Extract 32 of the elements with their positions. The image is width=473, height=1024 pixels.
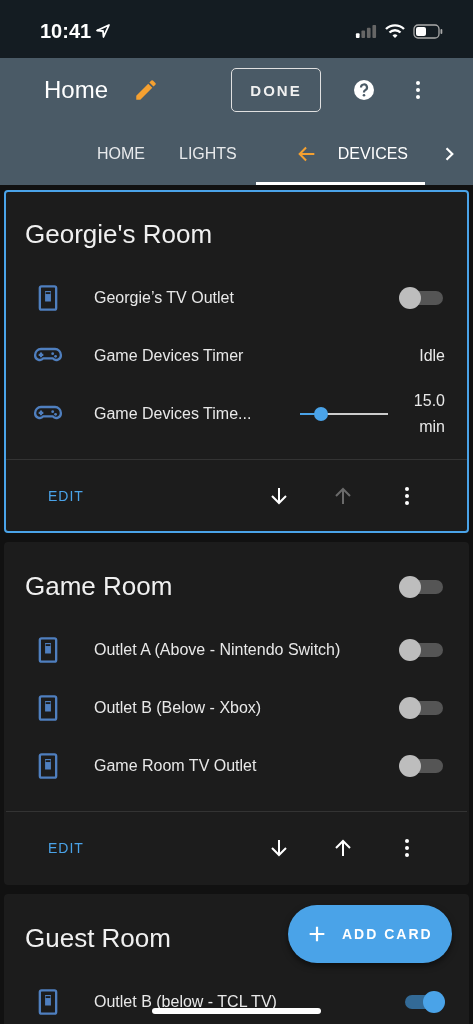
slider-thumb[interactable] [313, 407, 328, 421]
entity-state: Idle [419, 347, 445, 365]
wifi-icon [385, 23, 405, 39]
slider-unit: min [419, 417, 445, 437]
tab[interactable]: DEVICES [255, 122, 426, 185]
signal-icon [355, 24, 377, 38]
toggle-switch[interactable] [399, 754, 445, 778]
edit-button[interactable]: EDIT [28, 831, 104, 864]
toggle-switch[interactable] [399, 638, 445, 662]
battery-icon [413, 23, 443, 39]
entity-name[interactable]: Game Room TV Outlet [94, 757, 399, 775]
clock-time: 10:41 [40, 19, 92, 43]
entity-name[interactable]: Outlet B (below - TCL TV) [94, 993, 399, 1011]
tab[interactable]: HOME [80, 122, 162, 185]
toggle-switch[interactable] [399, 696, 445, 720]
toggle-switch[interactable] [399, 574, 445, 599]
card-title: Game Room [25, 571, 173, 602]
help-icon[interactable] [352, 78, 376, 102]
location-arrow-icon [95, 23, 112, 39]
dashboard-title: Home [44, 76, 109, 104]
entity-name[interactable]: Game Devices Time... [94, 405, 300, 423]
card-title: Guest Room [25, 923, 171, 954]
slider-value: 15.0 [413, 391, 445, 411]
done-button[interactable]: DONE [231, 68, 321, 112]
card-title: Georgie's Room [25, 219, 213, 250]
entity-name[interactable]: Georgie’s TV Outlet [94, 289, 399, 307]
tab[interactable]: LIGHTS [162, 122, 254, 185]
entity-name[interactable]: Game Devices Timer [94, 347, 420, 365]
entity-name[interactable]: Outlet A (Above - Nintendo Switch) [94, 641, 399, 659]
entity-name[interactable]: Outlet B (Below - Xbox) [94, 699, 399, 717]
toggle-switch[interactable] [399, 286, 445, 310]
edit-button[interactable]: EDIT [28, 479, 104, 512]
